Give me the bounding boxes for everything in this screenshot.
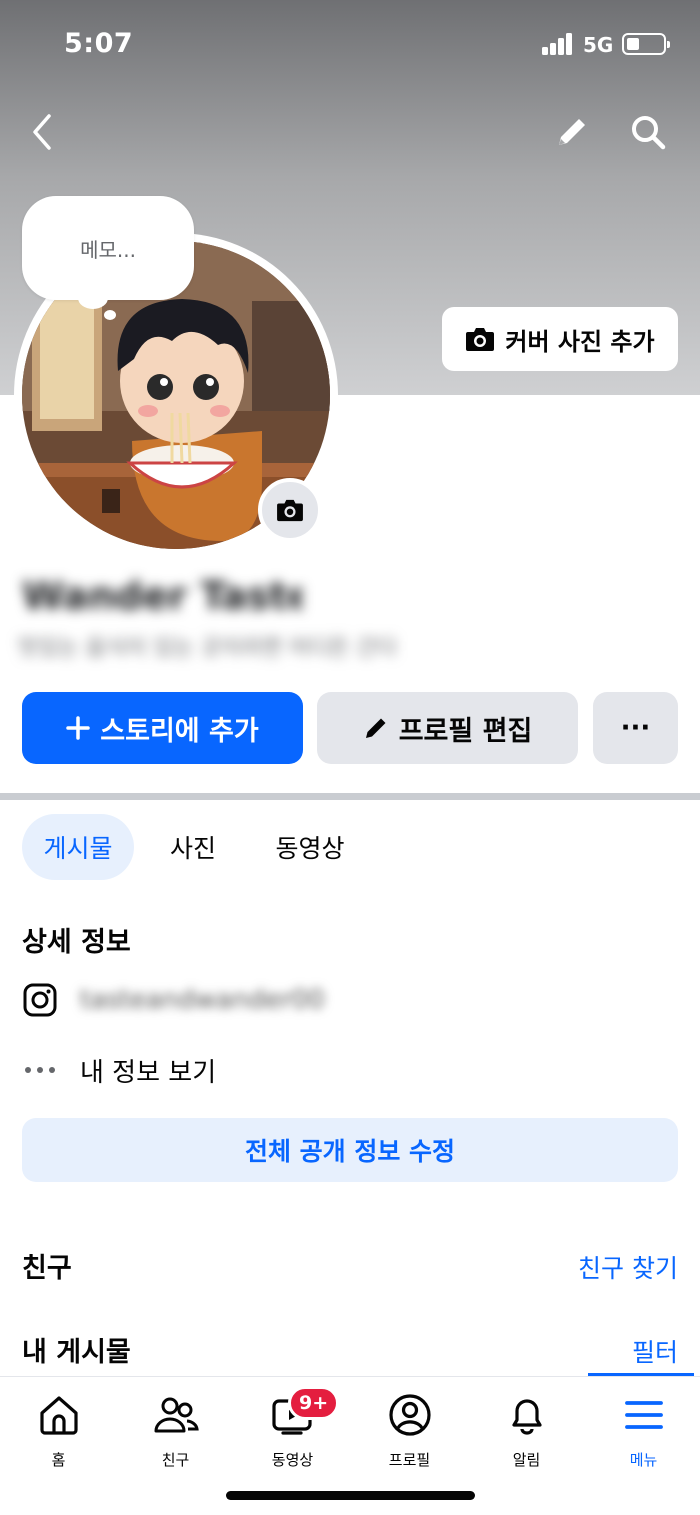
profile-bio: 맛있는 음식이 있는 곳이라면 어디든 간다 <box>18 636 398 661</box>
nav-home-label: 홈 <box>51 1451 66 1469</box>
status-time: 5:07 <box>64 28 134 59</box>
tab-photos[interactable]: 사진 <box>152 814 234 880</box>
find-friends-link[interactable]: 친구 찾기 <box>578 1249 678 1285</box>
view-my-info-row[interactable]: 내 정보 보기 <box>22 1048 662 1092</box>
edit-pencil-button[interactable] <box>548 108 596 156</box>
back-chevron-icon <box>33 114 51 150</box>
more-dots-icon <box>22 1052 58 1088</box>
edit-profile-button[interactable]: 프로필 편집 <box>317 692 578 764</box>
pencil-icon <box>365 718 386 738</box>
section-divider <box>0 793 700 800</box>
camera-icon <box>277 499 303 522</box>
memo-bubble-tail-small <box>104 310 116 320</box>
memo-bubble-tail <box>78 287 108 309</box>
nav-notifications[interactable]: 알림 <box>468 1391 585 1471</box>
details-title: 상세 정보 <box>22 927 131 958</box>
instagram-row[interactable]: tasteandwander00 <box>22 978 662 1022</box>
bell-icon <box>503 1391 551 1439</box>
my-posts-title: 내 게시물 <box>22 1337 131 1368</box>
menu-icon <box>620 1391 668 1439</box>
nav-profile[interactable]: 프로필 <box>351 1391 468 1471</box>
home-icon <box>35 1391 83 1439</box>
network-type: 5G <box>583 33 614 57</box>
search-button[interactable] <box>624 108 672 156</box>
tab-posts[interactable]: 게시물 <box>22 814 134 880</box>
nav-friends-label: 친구 <box>161 1451 190 1469</box>
edit-profile-label: 프로필 편집 <box>398 715 533 747</box>
nav-friends[interactable]: 친구 <box>117 1391 234 1471</box>
friends-title: 친구 <box>22 1253 72 1284</box>
more-options-button[interactable]: ··· <box>593 692 678 764</box>
edit-public-info-button[interactable]: 전체 공개 정보 수정 <box>22 1118 678 1182</box>
pencil-icon <box>559 119 585 145</box>
nav-menu[interactable]: 메뉴 <box>585 1391 700 1471</box>
instagram-handle: tasteandwander00 <box>80 985 325 1015</box>
nav-video-label: 동영상 <box>271 1451 314 1469</box>
home-indicator <box>226 1491 475 1500</box>
profile-actions: 스토리에 추가 프로필 편집 ··· <box>22 692 678 764</box>
signal-icon <box>542 33 574 55</box>
instagram-icon <box>22 982 58 1018</box>
memo-bubble[interactable]: 메모... <box>22 196 194 300</box>
nav-notifications-label: 알림 <box>512 1451 541 1469</box>
add-to-story-button[interactable]: 스토리에 추가 <box>22 692 303 764</box>
nav-profile-label: 프로필 <box>388 1451 431 1469</box>
status-bar: 5:07 5G <box>0 0 700 90</box>
filter-link[interactable]: 필터 <box>632 1333 678 1369</box>
battery-icon <box>622 33 670 55</box>
add-to-story-label: 스토리에 추가 <box>100 715 259 747</box>
add-cover-photo-button[interactable]: 커버 사진 추가 <box>442 307 678 371</box>
view-my-info-label: 내 정보 보기 <box>80 1057 217 1088</box>
friends-icon <box>152 1391 200 1439</box>
nav-home[interactable]: 홈 <box>0 1391 117 1471</box>
camera-icon <box>466 328 495 351</box>
nav-menu-label: 메뉴 <box>629 1451 658 1469</box>
add-cover-label: 커버 사진 추가 <box>505 327 655 356</box>
plus-icon <box>66 716 91 740</box>
memo-placeholder: 메모... <box>80 237 136 262</box>
tab-videos[interactable]: 동영상 <box>260 814 360 880</box>
profile-icon <box>386 1391 434 1439</box>
more-options-label: ··· <box>620 713 651 743</box>
search-icon <box>632 116 666 150</box>
video-notification-badge: 9+ <box>288 1386 340 1420</box>
back-button[interactable] <box>18 108 66 156</box>
profile-name: Wander Taste <box>22 574 302 618</box>
change-profile-photo-button[interactable] <box>258 478 322 542</box>
